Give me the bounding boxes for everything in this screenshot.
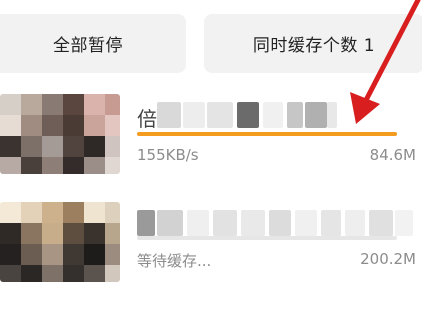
video-title-obscured: [137, 210, 417, 236]
download-size: 200.2M: [360, 250, 416, 268]
download-item[interactable]: 倍 155KB/s 84.6M: [0, 90, 422, 178]
download-status: 等待缓存...: [137, 252, 212, 270]
download-size: 84.6M: [369, 146, 416, 164]
download-speed: 155KB/s: [137, 146, 199, 164]
video-thumbnail-pixelated: [0, 202, 120, 282]
download-progress-fill: [137, 132, 397, 136]
video-thumbnail-pixelated: [0, 94, 120, 174]
concurrent-downloads-button[interactable]: 同时缓存个数 1: [204, 14, 422, 73]
download-progress-bar: [137, 132, 397, 136]
download-progress-bar: [137, 236, 397, 240]
video-title-char: 倍: [137, 107, 157, 131]
video-title-obscured: 倍: [137, 102, 417, 131]
download-manager-screen: 全部暂停 同时缓存个数 1 倍 155KB/s 84.6M 等待缓存... 20…: [0, 0, 422, 309]
pause-all-button[interactable]: 全部暂停: [0, 14, 186, 73]
download-item[interactable]: 等待缓存... 200.2M: [0, 198, 422, 282]
